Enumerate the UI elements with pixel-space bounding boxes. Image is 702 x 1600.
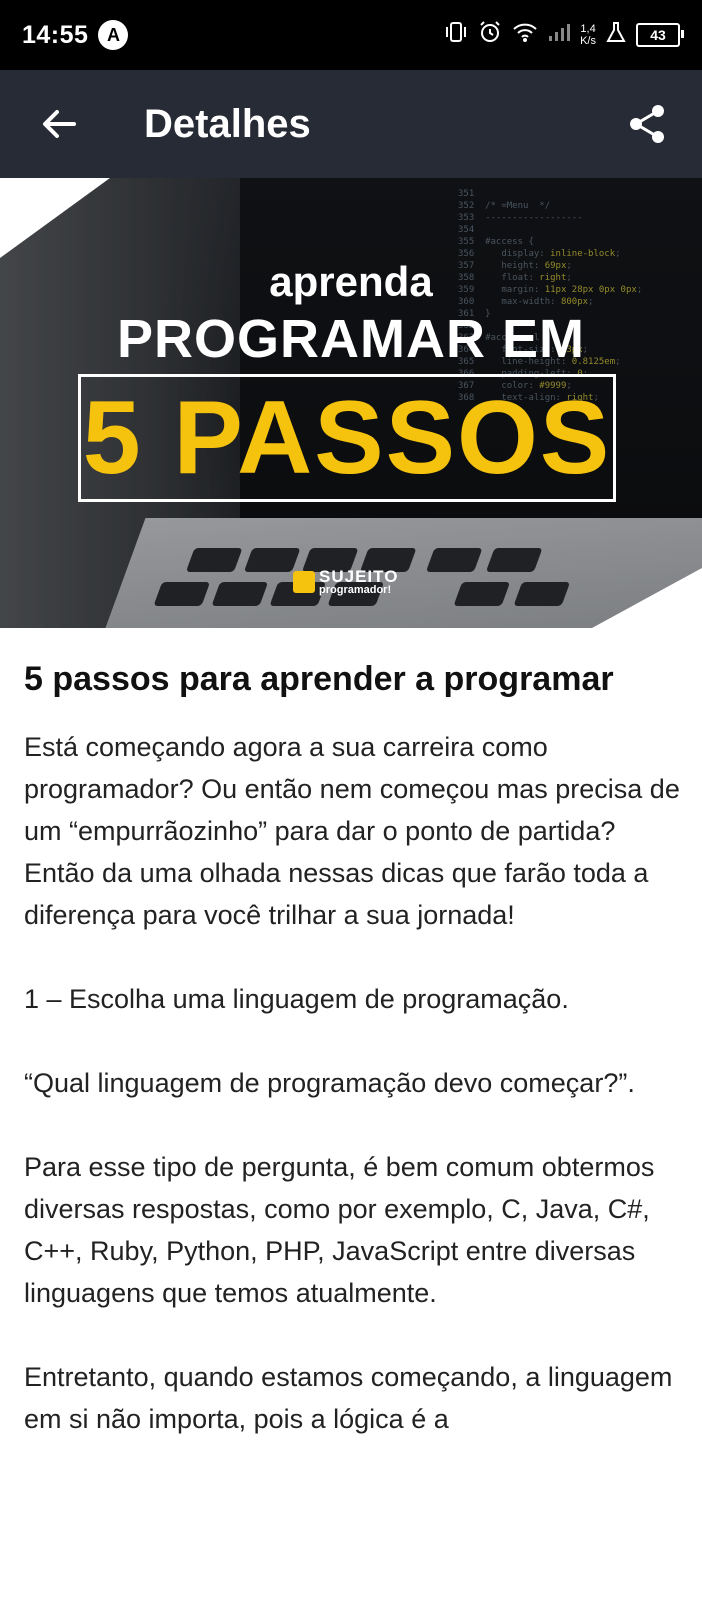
vibrate-icon: [444, 21, 468, 49]
article-paragraph: “Qual linguagem de programação devo come…: [24, 1068, 635, 1098]
article-paragraph: Está começando agora a sua carreira como…: [24, 732, 680, 930]
brand-logo-icon: [293, 571, 315, 593]
page-title: Detalhes: [144, 101, 311, 146]
network-speed-unit: K/s: [580, 35, 596, 47]
article-paragraph: Para esse tipo de pergunta, é bem comum …: [24, 1152, 655, 1308]
hero-corner-bottom-right: [592, 568, 702, 628]
hero-highlight-box: 5 PASSOS: [78, 374, 616, 502]
hero-highlight-text: 5 PASSOS: [82, 380, 612, 496]
hero-subtitle: aprenda: [269, 258, 433, 305]
article-content: 5 passos para aprender a programar Está …: [24, 628, 680, 1440]
article-paragraph: Entretanto, quando estamos começando, a …: [24, 1362, 673, 1434]
status-bar: 14:55 A 1,4 K/s 43: [0, 0, 702, 70]
hero-headline: PROGRAMAR EM: [117, 309, 585, 369]
app-bar: Detalhes: [0, 70, 702, 178]
lab-flask-icon: [606, 21, 626, 49]
brand-logo: SUJEITO programador!: [293, 568, 398, 596]
status-right: 1,4 K/s 43: [444, 20, 684, 50]
brand-name: SUJEITO: [319, 567, 399, 586]
signal-icon: [548, 22, 571, 48]
article-title: 5 passos para aprender a programar: [24, 660, 614, 698]
hero-corner-top-left: [0, 178, 110, 258]
network-speed: 1,4 K/s: [580, 23, 596, 47]
brand-tagline: programador!: [319, 584, 392, 596]
battery-icon: 43: [636, 23, 684, 47]
status-left: 14:55 A: [22, 20, 129, 50]
share-icon: [630, 105, 664, 143]
status-time: 14:55: [22, 20, 89, 49]
network-speed-value: 1,4: [580, 23, 596, 35]
hero-banner-image: 351 352 /* =Menu */ 353 ----------------…: [0, 178, 702, 628]
wifi-icon: [512, 21, 538, 49]
arrow-left-icon: [43, 110, 76, 138]
article-paragraph: 1 – Escolha uma linguagem de programação…: [24, 984, 569, 1014]
notification-badge-icon: A: [98, 20, 129, 50]
share-button[interactable]: [620, 97, 674, 151]
alarm-icon: [478, 20, 502, 50]
back-button[interactable]: [32, 97, 86, 151]
